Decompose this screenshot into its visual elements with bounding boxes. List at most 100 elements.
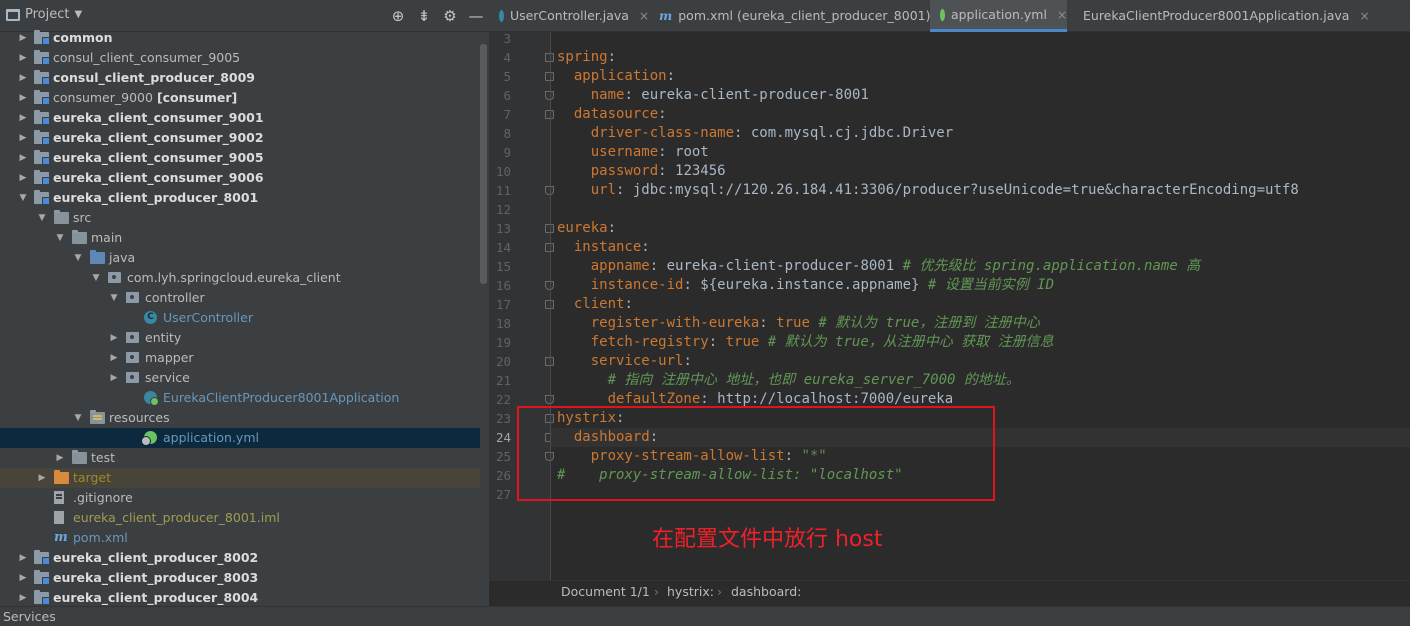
collapsed-arrow-icon[interactable]: ▶ <box>17 548 29 568</box>
tree-item[interactable]: application.yml <box>0 428 480 448</box>
services-tool-button[interactable]: Services <box>3 609 56 624</box>
collapsed-arrow-icon[interactable]: ▶ <box>108 348 120 368</box>
tree-item[interactable]: EurekaClientProducer8001Application <box>0 388 480 408</box>
editor-tab[interactable]: UserController.java × <box>489 0 649 32</box>
tree-item[interactable]: ▶ test <box>0 448 480 468</box>
code-line[interactable]: eureka: <box>557 219 616 238</box>
editor-tab[interactable]: EurekaClientProducer8001Application.java… <box>1067 0 1370 32</box>
tree-item[interactable]: ▼ java <box>0 248 480 268</box>
line-number: 3 <box>503 32 511 46</box>
expanded-arrow-icon[interactable]: ▼ <box>72 408 84 428</box>
breadcrumb-separator: › <box>654 584 659 599</box>
tree-item[interactable]: ▶ mapper <box>0 348 480 368</box>
close-icon[interactable]: × <box>1057 0 1067 31</box>
code-line[interactable]: instance-id: ${eureka.instance.appname} … <box>557 276 1054 295</box>
collapsed-arrow-icon[interactable]: ▶ <box>17 568 29 588</box>
collapsed-arrow-icon[interactable]: ▶ <box>17 108 29 128</box>
tree-item-label: consul_client_producer_8009 <box>53 70 255 85</box>
module-folder-icon <box>34 130 50 145</box>
yaml-key: driver-class-name <box>590 125 735 141</box>
module-folder-icon <box>34 90 50 105</box>
code-line[interactable]: instance: <box>557 238 650 257</box>
yaml-key: appname <box>590 258 650 274</box>
collapsed-arrow-icon[interactable]: ▶ <box>17 148 29 168</box>
package-icon <box>126 332 139 343</box>
collapsed-arrow-icon[interactable]: ▶ <box>17 588 29 606</box>
collapsed-arrow-icon[interactable]: ▶ <box>17 128 29 148</box>
tree-item[interactable]: ▼ resources <box>0 408 480 428</box>
tree-item[interactable]: ▶ target <box>0 468 480 488</box>
tree-item[interactable]: ▶ eureka_client_consumer_9001 <box>0 108 480 128</box>
tree-item[interactable]: ▶ eureka_client_producer_8003 <box>0 568 480 588</box>
hide-panel-icon[interactable]: — <box>463 7 489 25</box>
code-line[interactable]: application: <box>557 67 675 86</box>
collapse-all-icon[interactable]: ⇟ <box>411 7 437 25</box>
code-line[interactable]: service-url: <box>557 352 692 371</box>
tree-scrollbar[interactable] <box>480 44 487 284</box>
code-text: : 123456 <box>658 163 726 179</box>
close-icon[interactable]: × <box>639 0 649 32</box>
expanded-arrow-icon[interactable]: ▼ <box>90 268 102 288</box>
tree-item[interactable]: ▶ consumer_9000 [consumer] <box>0 88 480 108</box>
code-line[interactable]: # 指向 注册中心 地址，也即 eureka_server_7000 的地址。 <box>557 371 1020 390</box>
code-line[interactable]: appname: eureka-client-producer-8001 # 优… <box>557 257 1200 276</box>
file-icon <box>54 491 64 504</box>
editor-tab[interactable]: mpom.xml (eureka_client_producer_8001)× <box>649 0 951 32</box>
collapsed-arrow-icon[interactable]: ▶ <box>108 368 120 388</box>
breadcrumb-item-dashboard[interactable]: dashboard: <box>731 584 801 599</box>
tree-item[interactable]: ▼ controller <box>0 288 480 308</box>
tree-item[interactable]: ▶ eureka_client_consumer_9006 <box>0 168 480 188</box>
tree-item-label: EurekaClientProducer8001Application <box>163 390 400 405</box>
code-line[interactable]: username: root <box>557 143 709 162</box>
tree-item[interactable]: ▶ eureka_client_producer_8004 <box>0 588 480 606</box>
collapsed-arrow-icon[interactable]: ▶ <box>108 328 120 348</box>
tree-item[interactable]: ▶ consul_client_consumer_9005 <box>0 48 480 68</box>
code-line[interactable]: name: eureka-client-producer-8001 <box>557 86 869 105</box>
code-line[interactable]: url: jdbc:mysql://120.26.184.41:3306/pro… <box>557 181 1299 200</box>
excluded-folder-icon <box>54 470 69 484</box>
locate-file-icon[interactable]: ⊕ <box>385 7 411 25</box>
gear-icon[interactable]: ⚙ <box>437 7 463 25</box>
breadcrumb-document[interactable]: Document 1/1 <box>561 584 650 599</box>
code-line[interactable]: spring: <box>557 48 616 67</box>
code-line[interactable]: fetch-registry: true # 默认为 true，从注册中心 获取… <box>557 333 1054 352</box>
collapsed-arrow-icon[interactable]: ▶ <box>17 88 29 108</box>
editor-tab[interactable]: application.yml × <box>930 0 1067 32</box>
tree-item[interactable]: ▶ consul_client_producer_8009 <box>0 68 480 88</box>
collapsed-arrow-icon[interactable]: ▶ <box>17 28 29 48</box>
breadcrumb-item-hystrix[interactable]: hystrix: <box>667 584 714 599</box>
tree-item[interactable]: ▶ entity <box>0 328 480 348</box>
expanded-arrow-icon[interactable]: ▼ <box>72 248 84 268</box>
code-line[interactable]: client: <box>557 295 633 314</box>
yaml-key: password <box>590 163 659 179</box>
collapsed-arrow-icon[interactable]: ▶ <box>36 468 48 488</box>
tree-item[interactable]: ▶ eureka_client_consumer_9002 <box>0 128 480 148</box>
tree-item[interactable]: ▶ eureka_client_consumer_9005 <box>0 148 480 168</box>
expanded-arrow-icon[interactable]: ▼ <box>108 288 120 308</box>
collapsed-arrow-icon[interactable]: ▶ <box>17 168 29 188</box>
collapsed-arrow-icon[interactable]: ▶ <box>54 448 66 468</box>
code-line[interactable]: password: 123456 <box>557 162 726 181</box>
tree-item[interactable]: eureka_client_producer_8001.iml <box>0 508 480 528</box>
tree-item[interactable]: ▶ eureka_client_producer_8002 <box>0 548 480 568</box>
code-line[interactable]: driver-class-name: com.mysql.cj.jdbc.Dri… <box>557 124 953 143</box>
tree-item[interactable]: C UserController <box>0 308 480 328</box>
tree-item[interactable]: ▼ eureka_client_producer_8001 <box>0 188 480 208</box>
tree-item[interactable]: ▼ src <box>0 208 480 228</box>
tree-item[interactable]: ▶ common <box>0 28 480 48</box>
expanded-arrow-icon[interactable]: ▼ <box>36 208 48 228</box>
tree-item[interactable]: m pom.xml <box>0 528 480 548</box>
code-line[interactable]: register-with-eureka: true # 默认为 true，注册… <box>557 314 1040 333</box>
code-line[interactable]: datasource: <box>557 105 667 124</box>
tree-item[interactable]: ▶ service <box>0 368 480 388</box>
project-view-selector[interactable]: Project ▼ <box>6 7 82 22</box>
expanded-arrow-icon[interactable]: ▼ <box>17 188 29 208</box>
collapsed-arrow-icon[interactable]: ▶ <box>17 48 29 68</box>
tree-item[interactable]: .gitignore <box>0 488 480 508</box>
close-icon[interactable]: × <box>1359 0 1369 32</box>
code-text: : <box>708 334 726 350</box>
expanded-arrow-icon[interactable]: ▼ <box>54 228 66 248</box>
tree-item[interactable]: ▼ com.lyh.springcloud.eureka_client <box>0 268 480 288</box>
collapsed-arrow-icon[interactable]: ▶ <box>17 68 29 88</box>
tree-item[interactable]: ▼ main <box>0 228 480 248</box>
